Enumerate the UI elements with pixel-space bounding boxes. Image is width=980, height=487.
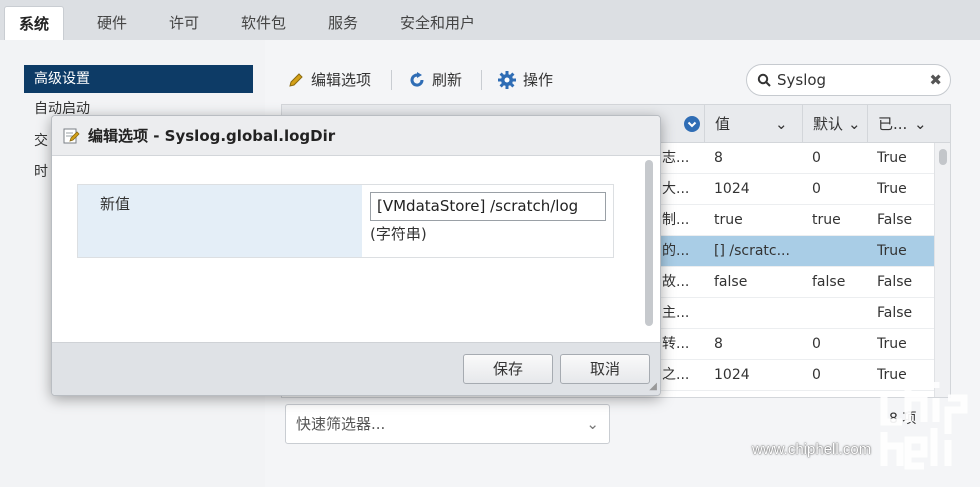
refresh-label: 刷新 — [432, 71, 463, 89]
row-value: false — [714, 274, 748, 290]
chiphell-logo-icon — [880, 376, 968, 470]
column-header-overridden[interactable]: 已... ⌄ — [867, 105, 934, 143]
dialog-scrollbar[interactable] — [644, 160, 654, 326]
row-value: 8 — [714, 336, 723, 352]
chevron-down-icon: ⌄ — [848, 115, 861, 133]
table-scrollbar-thumb[interactable] — [939, 149, 947, 165]
edit-document-icon — [63, 128, 80, 143]
tab-security-users[interactable]: 安全和用户 — [400, 6, 475, 40]
row-overridden: False — [877, 305, 913, 321]
row-value: 8 — [714, 150, 723, 166]
row-description: 之... — [662, 367, 690, 383]
quick-filter-placeholder: 快速筛选器... — [296, 415, 386, 433]
row-value: 1024 — [714, 181, 750, 197]
row-value: [] /scratc... — [714, 243, 790, 259]
column-header-default[interactable]: 默认 ⌄ — [802, 105, 867, 143]
row-description: 制... — [662, 212, 690, 228]
tab-hardware[interactable]: 硬件 — [97, 6, 127, 40]
new-value-input[interactable]: [VMdataStore] /scratch/log — [370, 192, 606, 221]
value-type-hint: (字符串) — [370, 225, 427, 243]
tab-system[interactable]: 系统 — [4, 6, 65, 40]
column-header-overridden-label: 已... — [878, 115, 908, 133]
row-default: 0 — [812, 367, 821, 383]
row-overridden: True — [877, 336, 907, 352]
refresh-button[interactable]: 刷新 — [408, 68, 462, 92]
actions-label: 操作 — [523, 71, 554, 89]
row-overridden: False — [877, 212, 913, 228]
clear-search-icon[interactable]: ✖ — [929, 71, 942, 89]
row-overridden: True — [877, 243, 907, 259]
row-description: 大... — [662, 181, 690, 197]
gear-icon — [498, 71, 516, 89]
toolbar-divider — [391, 70, 392, 90]
edit-option-dialog: 编辑选项 - Syslog.global.logDir 新值 [VMdataSt… — [51, 115, 661, 396]
tab-license[interactable]: 许可 — [169, 6, 199, 40]
column-header-default-label: 默认 — [813, 115, 844, 133]
chevron-down-icon: ⌄ — [586, 415, 599, 433]
row-description: 主... — [662, 305, 690, 321]
dialog-title: 编辑选项 - Syslog.global.logDir — [88, 127, 336, 145]
row-overridden: False — [877, 274, 913, 290]
row-description: 转... — [662, 336, 690, 352]
row-default: true — [812, 212, 841, 228]
watermark-url: www.chiphell.com — [752, 441, 872, 458]
table-scrollbar[interactable] — [934, 143, 950, 397]
tab-services[interactable]: 服务 — [328, 6, 358, 40]
dialog-scrollbar-thumb[interactable] — [645, 160, 653, 326]
row-overridden: True — [877, 181, 907, 197]
chevron-down-icon: ⌄ — [914, 115, 927, 133]
row-description: 故... — [662, 274, 690, 290]
toolbar-divider — [481, 70, 482, 90]
quick-filter-select[interactable]: 快速筛选器... ⌄ — [285, 404, 610, 444]
row-default: 0 — [812, 181, 821, 197]
dialog-footer: 保存 取消 ◢ — [52, 342, 660, 395]
dialog-form: 新值 [VMdataStore] /scratch/log (字符串) — [77, 184, 614, 258]
new-value-label: 新值 — [78, 185, 362, 257]
tab-packages[interactable]: 软件包 — [241, 6, 286, 40]
actions-button[interactable]: 操作 — [497, 68, 553, 92]
search-value: Syslog — [777, 71, 827, 89]
row-value: true — [714, 212, 743, 228]
row-description: 志... — [662, 150, 690, 166]
row-description: 的... — [662, 243, 690, 259]
row-value: 1024 — [714, 367, 750, 383]
row-default: 0 — [812, 336, 821, 352]
save-button[interactable]: 保存 — [463, 354, 553, 384]
column-header-value-label: 值 — [715, 115, 731, 133]
sort-chevron-icon — [684, 116, 700, 132]
column-header-value[interactable]: 值 ⌄ — [704, 105, 802, 143]
refresh-icon — [410, 72, 424, 87]
edit-option-label: 编辑选项 — [311, 71, 372, 89]
dialog-header: 编辑选项 - Syslog.global.logDir — [52, 116, 660, 156]
row-default: false — [812, 274, 846, 290]
sidebar-item-advanced-settings[interactable]: 高级设置 — [24, 65, 253, 93]
edit-option-button[interactable]: 编辑选项 — [287, 68, 371, 92]
row-default: 0 — [812, 150, 821, 166]
chevron-down-icon: ⌄ — [775, 115, 788, 133]
top-tab-bar: 系统 硬件 许可 软件包 服务 安全和用户 — [0, 0, 980, 40]
row-overridden: True — [877, 150, 907, 166]
resize-grip-icon[interactable]: ◢ — [649, 381, 657, 392]
cancel-button[interactable]: 取消 — [560, 354, 650, 384]
pencil-icon — [289, 73, 303, 87]
search-icon — [757, 73, 771, 87]
search-input[interactable]: Syslog ✖ — [746, 64, 951, 96]
